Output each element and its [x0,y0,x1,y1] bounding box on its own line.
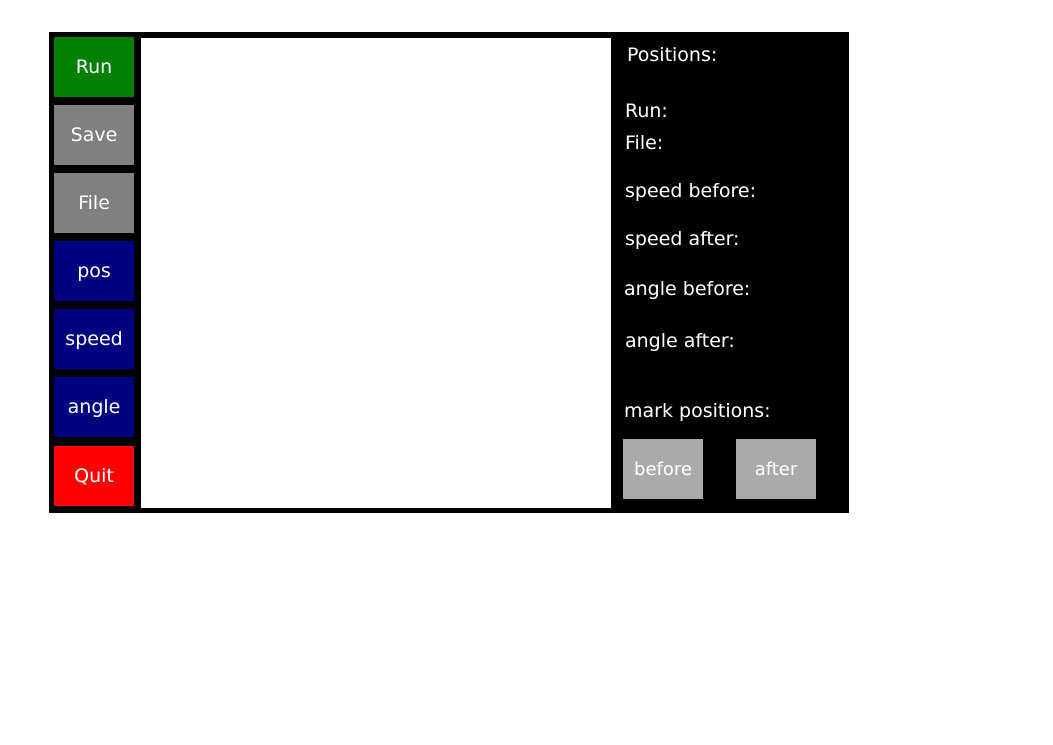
mark-before-label: before [634,458,692,480]
file-status-label: File: [625,132,664,154]
drawing-canvas[interactable] [141,38,611,508]
file-button[interactable]: File [54,173,134,233]
mark-before-button[interactable]: before [623,439,703,499]
angle-button-label: angle [67,396,121,418]
pos-button-label: pos [77,260,111,282]
speed-button[interactable]: speed [54,309,134,369]
angle-after-label: angle after: [625,330,735,352]
pos-button[interactable]: pos [54,241,134,301]
run-button-label: Run [75,56,113,78]
quit-button[interactable]: Quit [54,446,134,506]
save-button-label: Save [70,124,118,146]
positions-heading: Positions: [627,44,718,66]
quit-button-label: Quit [74,465,114,487]
angle-before-label: angle before: [624,278,751,300]
speed-button-label: speed [65,328,123,350]
save-button[interactable]: Save [54,105,134,165]
mark-positions-label: mark positions: [624,400,771,422]
speed-before-label: speed before: [625,180,756,202]
file-button-label: File [78,192,110,214]
mark-after-button[interactable]: after [736,439,816,499]
speed-after-label: speed after: [625,228,740,250]
app-window: Run Save File pos speed angle Quit Posit… [49,32,849,513]
mark-after-label: after [754,458,798,480]
angle-button[interactable]: angle [54,377,134,437]
run-button[interactable]: Run [54,37,134,97]
run-status-label: Run: [625,100,668,122]
